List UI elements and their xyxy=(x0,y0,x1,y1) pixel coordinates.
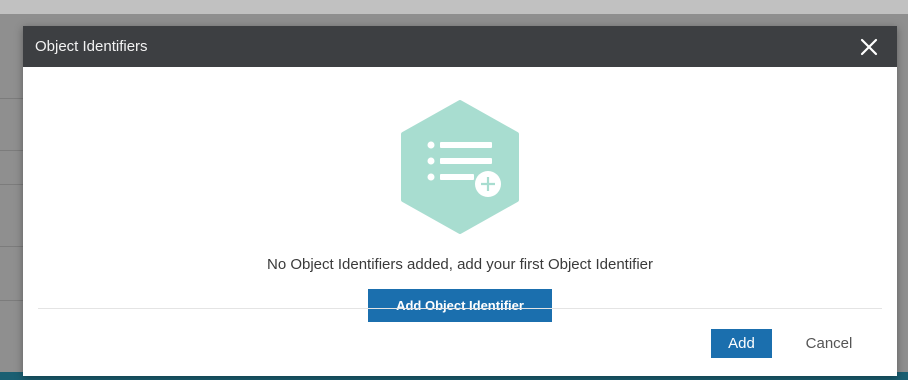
dialog-header: Object Identifiers xyxy=(23,26,897,67)
footer-divider xyxy=(38,308,882,309)
add-button[interactable]: Add xyxy=(711,329,772,358)
empty-state: No Object Identifiers added, add your fi… xyxy=(23,67,897,322)
background-divider xyxy=(0,246,24,247)
empty-state-message: No Object Identifiers added, add your fi… xyxy=(266,256,654,273)
add-object-identifier-button[interactable]: Add Object Identifier xyxy=(368,289,552,322)
cancel-button[interactable]: Cancel xyxy=(793,329,865,358)
object-identifiers-dialog: Object Identifiers No Object Identifiers… xyxy=(23,26,897,376)
background-divider xyxy=(0,300,24,301)
list-add-icon xyxy=(401,100,519,234)
background-divider xyxy=(0,150,24,151)
background-divider xyxy=(0,184,24,185)
background-divider xyxy=(0,98,24,99)
background-top-strip xyxy=(0,0,908,14)
close-icon[interactable] xyxy=(857,35,881,59)
dialog-title: Object Identifiers xyxy=(35,38,148,55)
